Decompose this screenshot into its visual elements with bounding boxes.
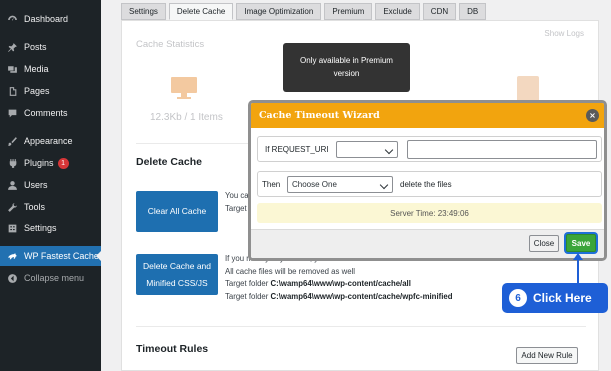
comment-icon xyxy=(6,107,18,119)
callout-arrow-line xyxy=(577,258,579,283)
sidebar-item-tools[interactable]: Tools xyxy=(0,197,101,217)
step-number-badge: 6 xyxy=(509,289,527,307)
sidebar-item-label: Dashboard xyxy=(24,14,69,24)
then-action-row: Then Choose One delete the files xyxy=(257,171,602,197)
sidebar-item-label: Posts xyxy=(24,42,47,52)
sidebar-item-dashboard[interactable]: Dashboard xyxy=(0,9,101,29)
sidebar-item-settings[interactable]: Settings xyxy=(0,218,101,238)
monitor-icon xyxy=(171,77,197,99)
click-here-callout: 6 Click Here xyxy=(502,283,608,313)
then-label: Then xyxy=(262,180,281,189)
sidebar-item-wp-fastest-cache[interactable]: WP Fastest Cache xyxy=(0,246,101,266)
tab-delete-cache[interactable]: Delete Cache xyxy=(168,3,234,20)
plugins-update-badge: 1 xyxy=(57,157,69,169)
brush-icon xyxy=(6,135,18,147)
modal-header: Cache Timeout Wizard × xyxy=(251,103,604,128)
sidebar-item-appearance[interactable]: Appearance xyxy=(0,131,101,151)
tab-exclude[interactable]: Exclude xyxy=(375,3,420,20)
cache-timeout-wizard-modal: Cache Timeout Wizard × If REQUEST_URI Th… xyxy=(248,100,607,261)
modal-title: Cache Timeout Wizard xyxy=(259,110,380,121)
admin-sidebar: Dashboard Posts Media Pages Comments App… xyxy=(0,0,101,371)
media-icon xyxy=(6,63,18,75)
clear-all-cache-button[interactable]: Clear All Cache xyxy=(136,191,218,232)
pages-icon xyxy=(6,85,18,97)
sidebar-item-label: Media xyxy=(24,64,49,74)
premium-tooltip: Only available in Premium version xyxy=(283,43,410,92)
sidebar-item-plugins[interactable]: Plugins 1 xyxy=(0,153,101,173)
sidebar-item-label: Settings xyxy=(24,223,57,233)
tab-premium[interactable]: Premium xyxy=(324,3,373,20)
divider xyxy=(136,326,586,327)
sidebar-item-label: Users xyxy=(24,180,48,190)
wrench-icon xyxy=(6,201,18,213)
cheetah-icon xyxy=(6,250,18,262)
if-request-uri-label: If REQUEST_URI xyxy=(265,145,329,154)
sidebar-item-label: Collapse menu xyxy=(24,273,85,283)
sidebar-item-label: Pages xyxy=(24,86,50,96)
delete-cache-title: Delete Cache xyxy=(136,156,202,168)
tab-image-optimization[interactable]: Image Optimization xyxy=(236,3,322,20)
tab-cdn[interactable]: CDN xyxy=(422,3,457,20)
request-uri-input[interactable] xyxy=(407,140,597,159)
add-new-rule-button[interactable]: Add New Rule xyxy=(516,347,578,364)
then-action-select[interactable]: Choose One xyxy=(287,176,393,193)
collapse-icon xyxy=(6,272,18,284)
sidebar-item-pages[interactable]: Pages xyxy=(0,81,101,101)
delete-files-label: delete the files xyxy=(400,180,452,189)
close-icon[interactable]: × xyxy=(586,109,599,122)
file-icon xyxy=(517,76,539,102)
close-button[interactable]: Close xyxy=(529,235,559,252)
tab-db[interactable]: DB xyxy=(459,3,487,20)
chevron-down-icon xyxy=(379,180,389,190)
sidebar-item-comments[interactable]: Comments xyxy=(0,103,101,123)
sidebar-item-users[interactable]: Users xyxy=(0,175,101,195)
sidebar-item-label: Appearance xyxy=(24,136,73,146)
request-uri-operator-select[interactable] xyxy=(336,141,398,158)
sidebar-item-label: WP Fastest Cache xyxy=(24,251,99,261)
dashboard-icon xyxy=(6,13,18,25)
plugin-icon xyxy=(6,157,18,169)
user-icon xyxy=(6,179,18,191)
save-button[interactable]: Save xyxy=(566,234,596,252)
delete-cache-minified-button[interactable]: Delete Cache and Minified CSS/JS xyxy=(136,254,218,295)
sidebar-item-media[interactable]: Media xyxy=(0,59,101,79)
settings-tabs: Settings Delete Cache Image Optimization… xyxy=(121,3,487,20)
show-logs-link[interactable]: Show Logs xyxy=(544,29,584,38)
sidebar-item-label: Tools xyxy=(24,202,46,212)
cache-size-value: 12.3Kb / 1 Items xyxy=(150,112,223,123)
tab-settings[interactable]: Settings xyxy=(121,3,166,20)
modal-footer: Close Save xyxy=(251,229,604,258)
sidebar-item-label: Comments xyxy=(24,108,68,118)
sidebar-item-label: Plugins xyxy=(24,158,54,168)
timeout-rules-title: Timeout Rules xyxy=(136,343,209,355)
pin-icon xyxy=(6,41,18,53)
settings-icon xyxy=(6,222,18,234)
sidebar-item-posts[interactable]: Posts xyxy=(0,37,101,57)
sidebar-collapse-menu[interactable]: Collapse menu xyxy=(0,268,101,288)
if-condition-row: If REQUEST_URI xyxy=(257,136,602,162)
chevron-down-icon xyxy=(384,145,394,155)
callout-text: Click Here xyxy=(533,291,592,305)
cache-statistics-title: Cache Statistics xyxy=(136,39,205,50)
server-time-display: Server Time: 23:49:06 xyxy=(257,203,602,223)
